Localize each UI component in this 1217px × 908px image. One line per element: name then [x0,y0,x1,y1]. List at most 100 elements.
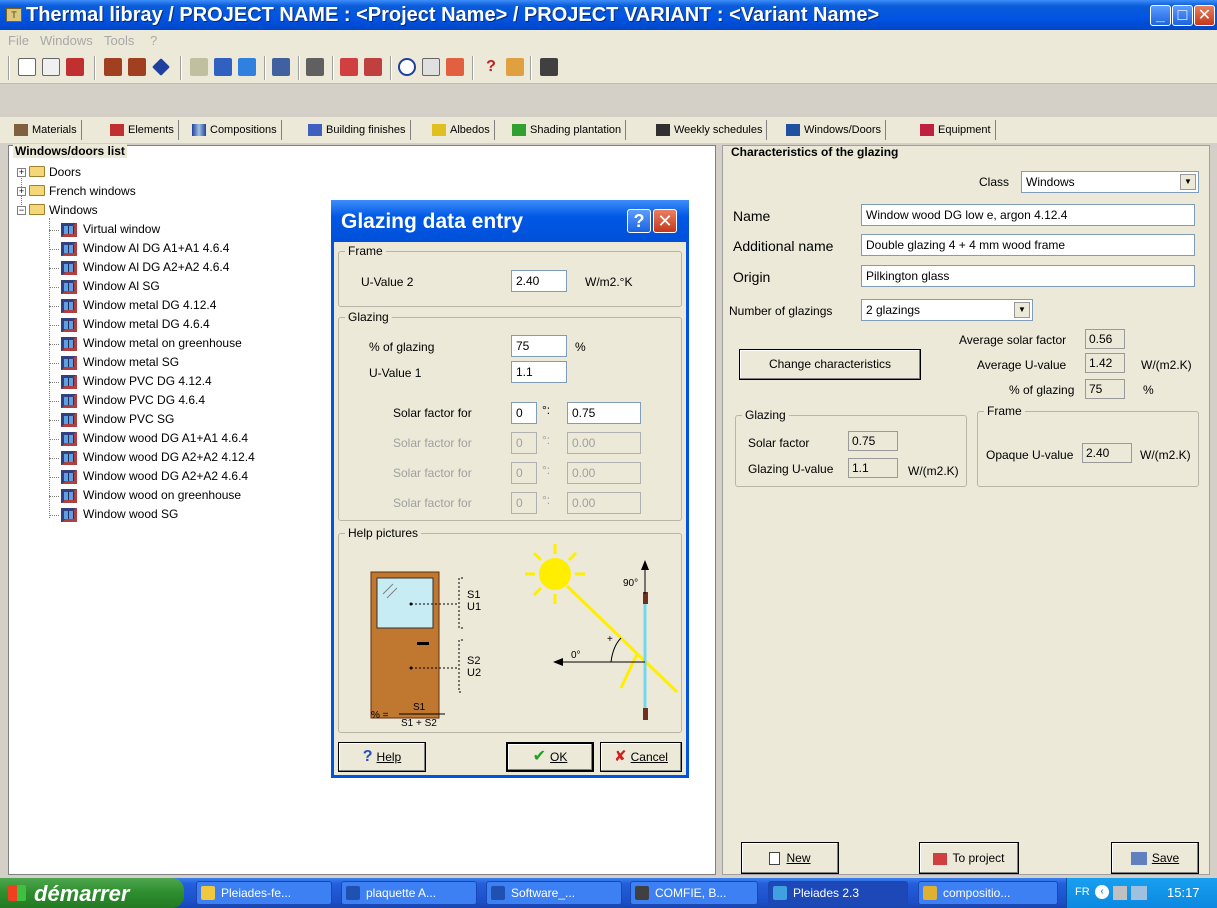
u-value-2-input[interactable]: 2.40 [511,270,567,292]
about-icon[interactable] [506,58,524,76]
tree-window-item[interactable]: Window metal on greenhouse [83,336,242,350]
network-icon[interactable] [1131,886,1147,900]
clock[interactable]: 15:17 [1167,885,1200,900]
tree-window-item[interactable]: Window wood SG [83,507,178,521]
import-icon[interactable] [364,58,382,76]
title-bar[interactable]: T Thermal libray / PROJECT NAME : <Proje… [0,0,1217,30]
chevron-down-icon[interactable]: ▼ [1180,174,1196,190]
menu-windows[interactable]: Windows [40,33,93,48]
tool-icon[interactable] [272,58,290,76]
save-button[interactable]: Save [1111,842,1199,874]
tree-window-item[interactable]: Window PVC SG [83,412,174,426]
tab-windows-doors[interactable]: Windows/Doors [786,120,887,140]
u-value-1-input[interactable]: 1.1 [511,361,567,383]
taskbar-task[interactable]: Pleiades-fe... [196,881,332,905]
tree-window-item[interactable]: Window metal SG [83,355,179,369]
expand-french-windows-icon[interactable]: + [17,187,26,196]
tree-connector [49,382,59,383]
tree-window-item[interactable]: Window Al DG A1+A1 4.6.4 [83,241,229,255]
tab-compositions[interactable]: Compositions [192,120,282,140]
menu-tools[interactable]: Tools [104,33,134,48]
font-a-icon[interactable] [104,58,122,76]
tray-app-icon[interactable] [1113,886,1127,900]
diamond-icon[interactable] [152,58,170,76]
tab-albedos[interactable]: Albedos [432,120,495,140]
tree-window-item[interactable]: Window PVC DG 4.6.4 [83,393,205,407]
dialog-help-button[interactable]: ? [627,209,651,233]
tab-elements[interactable]: Elements [110,120,179,140]
tree-window-item[interactable]: Virtual window [83,222,160,236]
tree-window-item[interactable]: Window wood on greenhouse [83,488,241,502]
toolbar-separator [264,56,266,80]
origin-field[interactable]: Pilkington glass [861,265,1195,287]
start-button[interactable]: démarrer [0,878,184,908]
menu-help[interactable]: ? [150,33,157,48]
chart-1-icon[interactable] [190,58,208,76]
taskbar-task[interactable]: Pleiades 2.3 [768,881,908,905]
tree-folder-windows[interactable]: Windows [49,203,98,217]
tab-materials[interactable]: Materials [14,120,82,140]
dialog-help-btn[interactable]: ? Help [338,742,426,772]
chevron-left-icon[interactable]: ‹ [1095,885,1109,899]
save-doc-icon[interactable] [66,58,84,76]
taskbar-task[interactable]: compositio... [918,881,1058,905]
dialog-title: Glazing data entry [341,210,524,233]
change-characteristics-button[interactable]: Change characteristics [739,349,921,380]
language-indicator[interactable]: FR [1075,886,1090,898]
tree-window-item[interactable]: Window PVC DG 4.12.4 [83,374,212,388]
glazing-data-entry-dialog[interactable]: Glazing data entry ? ✕ Frame U-Value 2 2… [331,200,689,778]
solar-angle-input[interactable]: 0 [511,402,537,424]
class-select[interactable]: Windows ▼ [1021,171,1199,193]
app-icon[interactable]: T [6,8,22,22]
tree-window-item[interactable]: Window wood DG A2+A2 4.6.4 [83,469,248,483]
close-button[interactable]: ✕ [1194,5,1215,26]
tab-weekly-schedules[interactable]: Weekly schedules [656,120,768,140]
glazing-u-value-label: Glazing U-value [748,462,834,476]
tree-window-item[interactable]: Window wood DG A2+A2 4.12.4 [83,450,255,464]
tree-folder-doors[interactable]: Doors [49,165,81,179]
new-doc-icon[interactable] [18,58,36,76]
tree-window-item[interactable]: Window Al DG A2+A2 4.6.4 [83,260,229,274]
tree-window-item[interactable]: Window wood DG A1+A1 4.6.4 [83,431,248,445]
cross-icon: ✘ [614,748,627,765]
tab-equipment[interactable]: Equipment [920,120,996,140]
chart-2-icon[interactable] [214,58,232,76]
trash-icon[interactable] [540,58,558,76]
tab-building-finishes[interactable]: Building finishes [308,120,411,140]
open-doc-icon[interactable] [42,58,60,76]
dialog-cancel-button[interactable]: ✘ Cancel [600,742,682,772]
question-icon[interactable]: ? [482,58,500,76]
taskbar-task[interactable]: COMFIE, B... [630,881,758,905]
avg-u-value: 1.42 [1085,353,1125,373]
tree-folder-french-windows[interactable]: French windows [49,184,136,198]
taskbar-task[interactable]: plaquette A... [341,881,477,905]
menu-file[interactable]: File [8,33,29,48]
font-b-icon[interactable] [128,58,146,76]
export-icon[interactable] [340,58,358,76]
num-glazings-select[interactable]: 2 glazings ▼ [861,299,1033,321]
additional-name-field[interactable]: Double glazing 4 + 4 mm wood frame [861,234,1195,256]
taskbar-task[interactable]: Software_... [486,881,622,905]
dialog-title-bar[interactable]: Glazing data entry ? ✕ [331,200,689,242]
minimize-button[interactable]: _ [1150,5,1171,26]
chart-3-icon[interactable] [238,58,256,76]
tree-window-item[interactable]: Window metal DG 4.12.4 [83,298,216,312]
find-doc-icon[interactable] [422,58,440,76]
name-field[interactable]: Window wood DG low e, argon 4.12.4 [861,204,1195,226]
solar-factor-input[interactable]: 0.75 [567,402,641,424]
dialog-ok-button[interactable]: ✔ OK [506,742,594,772]
print-icon[interactable] [306,58,324,76]
expand-doors-icon[interactable]: + [17,168,26,177]
to-project-button[interactable]: To project [919,842,1019,874]
search-icon[interactable] [398,58,416,76]
new-button[interactable]: New [741,842,839,874]
dialog-close-button[interactable]: ✕ [653,209,677,233]
collapse-windows-icon[interactable]: − [17,206,26,215]
tree-window-item[interactable]: Window metal DG 4.6.4 [83,317,210,331]
tree-window-item[interactable]: Window Al SG [83,279,160,293]
tab-shading-plantation[interactable]: Shading plantation [512,120,627,140]
dialog-pct-glazing-input[interactable]: 75 [511,335,567,357]
chevron-down-icon[interactable]: ▼ [1014,302,1030,318]
tools-icon[interactable] [446,58,464,76]
maximize-button[interactable]: □ [1172,5,1193,26]
